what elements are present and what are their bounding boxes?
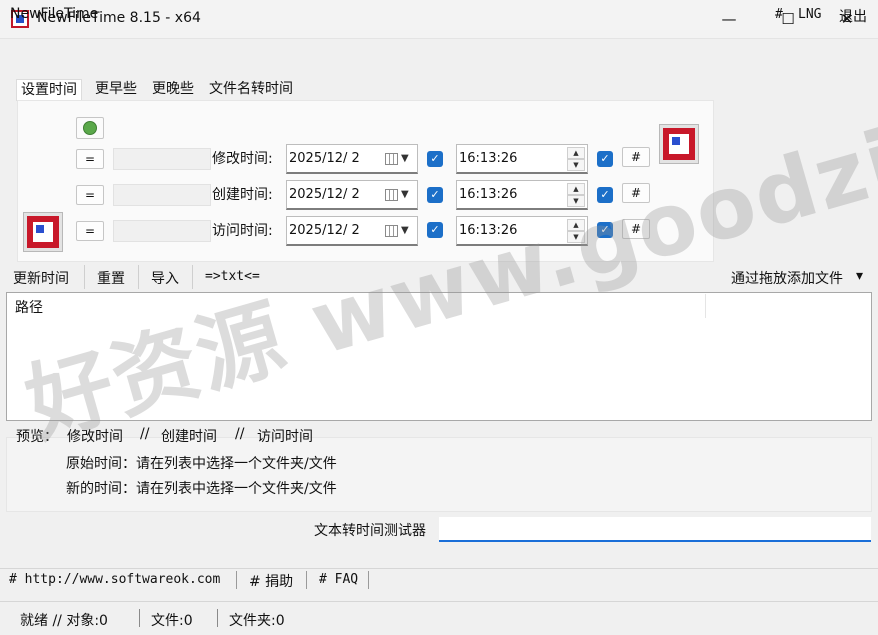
drag-drop-add-button[interactable]: 通过拖放添加文件 — [731, 268, 843, 288]
file-list[interactable] — [6, 292, 872, 421]
faq-link[interactable]: # FAQ — [319, 572, 358, 587]
access-reference-field — [113, 220, 211, 242]
preview-access-option[interactable]: 访问时间 — [257, 426, 313, 446]
menu-exit[interactable]: 退出 — [839, 6, 867, 26]
time-down-icon[interactable]: ▼ — [567, 231, 585, 243]
column-header-path[interactable]: 路径 — [15, 297, 43, 317]
preview-panel — [6, 437, 872, 512]
calendar-icon — [385, 189, 398, 201]
time-down-icon[interactable]: ▼ — [567, 195, 585, 207]
status-folders: 文件夹:0 — [229, 613, 285, 629]
status-ready-objects: 就绪 // 对象:0 — [20, 613, 108, 629]
update-time-button[interactable]: 更新时间 — [13, 268, 69, 288]
refresh-now-button[interactable] — [76, 117, 104, 139]
create-date-checkbox[interactable]: ✓ — [427, 187, 443, 203]
link-divider — [368, 571, 369, 589]
access-time-checkbox[interactable]: ✓ — [597, 222, 613, 238]
link-divider — [306, 571, 307, 589]
create-time-field[interactable]: 16:13:26 ▲ ▼ — [456, 180, 588, 210]
modify-date-picker[interactable]: 2025/12/ 2 ▼ — [286, 144, 418, 174]
access-date-value: 2025/12/ 2 — [289, 223, 360, 238]
text-to-time-tester-input[interactable] — [439, 517, 871, 542]
modify-time-checkbox[interactable]: ✓ — [597, 151, 613, 167]
access-hash-button[interactable]: # — [622, 219, 650, 239]
access-equal-button[interactable]: = — [76, 221, 104, 241]
modify-date-checkbox[interactable]: ✓ — [427, 151, 443, 167]
access-date-checkbox[interactable]: ✓ — [427, 222, 443, 238]
chevron-down-icon: ▼ — [401, 189, 409, 200]
green-refresh-icon — [83, 121, 97, 135]
create-time-value: 16:13:26 — [459, 187, 518, 202]
time-down-icon[interactable]: ▼ — [567, 159, 585, 171]
create-date-picker[interactable]: 2025/12/ 2 ▼ — [286, 180, 418, 210]
txt-export-button[interactable]: =>txt<= — [205, 269, 260, 284]
status-divider — [139, 609, 140, 627]
menu-hash[interactable]: # — [775, 7, 783, 22]
toolbar-divider — [84, 265, 85, 289]
newfiletime-logo-icon — [659, 124, 699, 164]
tab-filename-to-time[interactable]: 文件名转时间 — [205, 79, 297, 101]
modify-time-value: 16:13:26 — [459, 151, 518, 166]
minimize-button[interactable]: — — [700, 0, 758, 38]
import-button[interactable]: 导入 — [151, 268, 179, 288]
preview-separator: // — [140, 426, 150, 442]
calendar-icon — [385, 153, 398, 165]
link-divider — [236, 571, 237, 589]
create-reference-field — [113, 184, 211, 206]
original-time-text: 原始时间：请在列表中选择一个文件夹/文件 — [66, 456, 337, 472]
preview-modify-option[interactable]: 修改时间 — [67, 426, 123, 446]
chevron-down-icon: ▼ — [401, 153, 409, 164]
create-time-label: 创建时间: — [212, 187, 273, 203]
modify-reference-field — [113, 148, 211, 170]
preview-separator: // — [235, 426, 245, 442]
modify-date-value: 2025/12/ 2 — [289, 151, 360, 166]
newfiletime-logo-icon — [23, 212, 63, 252]
modify-time-label: 修改时间: — [212, 151, 273, 167]
website-link[interactable]: # http://www.softwareok.com — [9, 572, 220, 587]
app-name-menu[interactable]: NewFileTime — [10, 6, 98, 22]
tab-earlier[interactable]: 更早些 — [91, 79, 141, 101]
time-up-icon[interactable]: ▲ — [567, 219, 585, 231]
access-time-field[interactable]: 16:13:26 ▲ ▼ — [456, 216, 588, 246]
toolbar-divider — [192, 265, 193, 289]
status-bar — [0, 601, 878, 635]
column-divider[interactable] — [705, 294, 706, 318]
create-time-checkbox[interactable]: ✓ — [597, 187, 613, 203]
status-divider — [217, 609, 218, 627]
status-files: 文件:0 — [151, 613, 193, 629]
tab-later[interactable]: 更晚些 — [148, 79, 198, 101]
new-time-text: 新的时间：请在列表中选择一个文件夹/文件 — [66, 481, 337, 497]
create-equal-button[interactable]: = — [76, 185, 104, 205]
reset-button[interactable]: 重置 — [97, 268, 125, 288]
preview-create-option[interactable]: 创建时间 — [161, 426, 217, 446]
time-up-icon[interactable]: ▲ — [567, 147, 585, 159]
access-time-value: 16:13:26 — [459, 223, 518, 238]
time-up-icon[interactable]: ▲ — [567, 183, 585, 195]
menu-bar — [0, 38, 878, 68]
preview-label: 预览： — [16, 429, 58, 445]
chevron-down-icon[interactable]: ▾ — [856, 268, 863, 284]
modify-time-field[interactable]: 16:13:26 ▲ ▼ — [456, 144, 588, 174]
calendar-icon — [385, 225, 398, 237]
toolbar-divider — [138, 265, 139, 289]
tab-set-time[interactable]: 设置时间 — [16, 79, 82, 101]
modify-hash-button[interactable]: # — [622, 147, 650, 167]
text-to-time-tester-label: 文本转时间测试器 — [314, 523, 426, 539]
create-date-value: 2025/12/ 2 — [289, 187, 360, 202]
donate-link[interactable]: # 捐助 — [249, 571, 293, 591]
modify-equal-button[interactable]: = — [76, 149, 104, 169]
create-hash-button[interactable]: # — [622, 183, 650, 203]
chevron-down-icon: ▼ — [401, 225, 409, 236]
access-date-picker[interactable]: 2025/12/ 2 ▼ — [286, 216, 418, 246]
menu-language[interactable]: LNG — [798, 7, 821, 22]
access-time-label: 访问时间: — [212, 223, 273, 239]
